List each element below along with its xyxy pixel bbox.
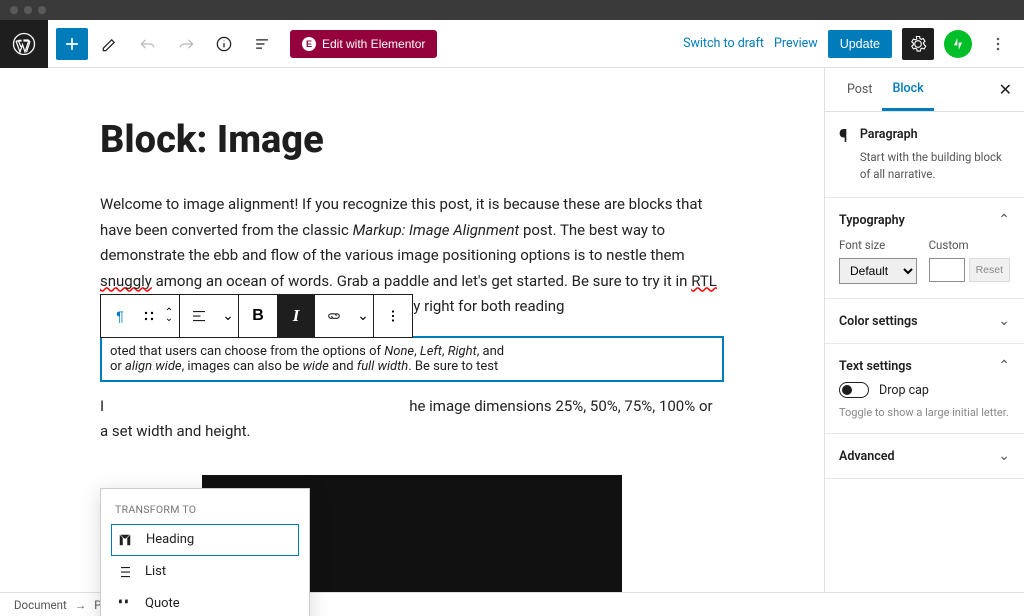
window-dot	[38, 6, 46, 14]
text-settings-section: Text settings ⌃ Drop cap Toggle to show …	[825, 344, 1024, 434]
info-icon	[214, 34, 234, 54]
more-options-button[interactable]	[982, 28, 1014, 60]
outline-button[interactable]	[246, 28, 278, 60]
transform-item-list[interactable]: List	[101, 556, 309, 588]
window-dot	[10, 6, 18, 14]
paragraph-icon: ¶	[839, 126, 848, 183]
paragraph-block[interactable]: Ixxxxxxxxxxxxxxxxxxxxxxxxxxxxxxxxxxxxxxx…	[100, 394, 724, 445]
align-button[interactable]	[180, 295, 218, 337]
breadcrumb-document[interactable]: Document	[14, 598, 67, 612]
bold-button[interactable]: B	[239, 295, 277, 337]
settings-sidebar: Post Block ✕ ¶ Paragraph Start with the …	[824, 68, 1024, 616]
move-buttons[interactable]: ⌃⌄	[159, 295, 179, 337]
color-settings-section[interactable]: Color settings ⌄	[825, 299, 1024, 344]
align-dropdown[interactable]: ⌄	[218, 295, 238, 337]
switch-to-draft-link[interactable]: Switch to draft	[683, 36, 764, 51]
block-type-button[interactable]: ¶	[101, 295, 139, 337]
list-view-icon	[252, 34, 272, 54]
add-block-button[interactable]	[56, 28, 88, 60]
settings-button[interactable]	[902, 28, 934, 60]
update-button[interactable]: Update	[828, 30, 892, 58]
tab-post[interactable]: Post	[837, 70, 882, 109]
font-size-label: Font size	[839, 238, 917, 252]
undo-button[interactable]	[132, 28, 164, 60]
link-icon	[325, 307, 343, 325]
kebab-icon	[988, 34, 1008, 54]
gear-icon	[908, 34, 928, 54]
window-titlebar	[0, 0, 1024, 20]
wordpress-icon	[12, 32, 36, 56]
block-description-section: ¶ Paragraph Start with the building bloc…	[825, 112, 1024, 198]
breadcrumb-separator: →	[75, 598, 87, 612]
redo-button[interactable]	[170, 28, 202, 60]
edit-mode-button[interactable]	[94, 28, 126, 60]
jetpack-button[interactable]	[944, 30, 972, 58]
drag-handle-button[interactable]	[139, 295, 159, 337]
drag-icon	[143, 310, 155, 322]
wordpress-logo[interactable]	[0, 20, 48, 68]
elementor-icon: E	[302, 37, 316, 51]
plus-icon	[62, 34, 82, 54]
link-button[interactable]	[315, 295, 353, 337]
editor-canvas[interactable]: Block: Image Welcome to image alignment!…	[0, 68, 824, 616]
jetpack-icon	[950, 36, 966, 52]
block-toolbar: ¶ ⌃⌄ ⌄ B I ⌄	[100, 294, 413, 338]
italic-button[interactable]: I	[277, 295, 315, 337]
tab-block[interactable]: Block	[882, 69, 933, 111]
chevron-down-icon: ⌄	[998, 313, 1010, 329]
reset-button[interactable]: Reset	[969, 258, 1010, 282]
quote-icon	[115, 595, 133, 613]
transform-to-popup: TRANSFORM TO Heading List Quote Columns …	[100, 488, 310, 616]
page-title[interactable]: Block: Image	[100, 118, 724, 162]
chevron-up-icon[interactable]: ⌃	[998, 358, 1010, 374]
close-sidebar-button[interactable]: ✕	[999, 80, 1012, 99]
pencil-icon	[100, 34, 120, 54]
redo-icon	[176, 34, 196, 54]
kebab-icon	[384, 307, 402, 325]
drop-cap-toggle[interactable]	[839, 382, 869, 398]
window-dot	[24, 6, 32, 14]
font-size-select[interactable]: Default	[839, 258, 917, 284]
heading-icon	[116, 531, 134, 549]
popup-title: TRANSFORM TO	[101, 499, 309, 524]
chevron-down-icon: ⌄	[159, 316, 179, 322]
chevron-up-icon[interactable]: ⌃	[998, 212, 1010, 228]
custom-size-input[interactable]	[929, 258, 965, 282]
info-button[interactable]	[208, 28, 240, 60]
list-icon	[115, 563, 133, 581]
custom-label: Custom	[929, 238, 1010, 252]
transform-item-quote[interactable]: Quote	[101, 588, 309, 616]
selected-paragraph-block[interactable]: ¶ ⌃⌄ ⌄ B I ⌄	[100, 336, 724, 382]
transform-item-heading[interactable]: Heading	[111, 524, 299, 556]
block-more-button[interactable]	[374, 295, 412, 337]
chevron-down-icon: ⌄	[998, 448, 1010, 464]
align-left-icon	[190, 307, 208, 325]
elementor-label: Edit with Elementor	[322, 37, 425, 51]
sidebar-tabs: Post Block ✕	[825, 68, 1024, 112]
top-toolbar: E Edit with Elementor Switch to draft Pr…	[0, 20, 1024, 68]
preview-link[interactable]: Preview	[774, 36, 818, 51]
elementor-button[interactable]: E Edit with Elementor	[290, 30, 437, 58]
typography-section: Typography ⌃ Font size Default Custom Re…	[825, 198, 1024, 299]
format-dropdown[interactable]: ⌄	[353, 295, 373, 337]
advanced-section[interactable]: Advanced ⌄	[825, 434, 1024, 479]
undo-icon	[138, 34, 158, 54]
